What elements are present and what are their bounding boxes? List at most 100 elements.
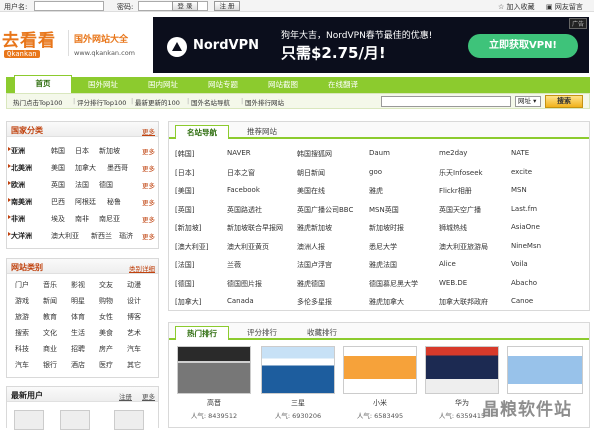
country-link[interactable]: 埃及	[51, 214, 65, 224]
category-link[interactable]: 银行	[43, 360, 57, 370]
category-link[interactable]: 购物	[99, 296, 113, 306]
tab-domestic-sites[interactable]: 国内网址	[134, 77, 192, 93]
category-link[interactable]: 医疗	[99, 360, 113, 370]
site-link[interactable]: 法国卢浮宫	[297, 260, 332, 270]
region-name[interactable]: 欧洲	[8, 180, 25, 190]
region-more-link[interactable]: 更多	[142, 163, 155, 173]
site-link[interactable]: Facebook	[227, 186, 260, 194]
category-link[interactable]: 文化	[43, 328, 57, 338]
site-name[interactable]: 三星	[261, 398, 335, 408]
site-link[interactable]: Canoe	[511, 297, 533, 305]
category-link[interactable]: 招聘	[71, 344, 85, 354]
site-link[interactable]: 雅虎	[369, 186, 383, 196]
site-link[interactable]: 英国天空广播	[439, 205, 481, 215]
country-tag[interactable]: [澳大利亚]	[175, 242, 208, 252]
category-link[interactable]: 教育	[43, 312, 57, 322]
category-link[interactable]: 美食	[99, 328, 113, 338]
site-link[interactable]: 韩国搜狐网	[297, 149, 332, 159]
country-tag[interactable]: [法国]	[175, 260, 194, 270]
site-link[interactable]: Flickr相册	[439, 186, 472, 196]
site-link[interactable]: 雅虎加拿大	[369, 297, 404, 307]
site-link[interactable]: 雅虎法国	[369, 260, 397, 270]
country-link[interactable]: 墨西哥	[107, 163, 128, 173]
country-link[interactable]: 新加坡	[99, 146, 120, 156]
site-name[interactable]: 高晋	[177, 398, 251, 408]
site-link[interactable]: 多伦多星报	[297, 297, 332, 307]
region-more-link[interactable]: 更多	[142, 180, 155, 190]
category-link[interactable]: 游戏	[15, 296, 29, 306]
region-more-link[interactable]: 更多	[142, 231, 155, 241]
country-tag[interactable]: [韩国]	[175, 149, 194, 159]
search-input[interactable]	[381, 96, 511, 107]
site-link[interactable]: Voila	[511, 260, 528, 268]
category-link[interactable]: 艺术	[127, 328, 141, 338]
site-link[interactable]: 新加坡时报	[369, 223, 404, 233]
link-latest-100[interactable]: 最新更新的100	[135, 97, 180, 107]
site-link[interactable]: goo	[369, 168, 382, 176]
site-link[interactable]: 乐天Infoseek	[439, 168, 483, 178]
country-link[interactable]: 新西兰	[91, 231, 112, 241]
tab-translate[interactable]: 在线翻译	[314, 77, 372, 93]
search-button[interactable]: 搜索	[545, 95, 583, 108]
country-link[interactable]: 阿根廷	[75, 197, 96, 207]
new-users-more-link[interactable]: 更多	[142, 391, 155, 401]
tab-topics[interactable]: 网站专题	[194, 77, 252, 93]
category-link[interactable]: 汽车	[127, 344, 141, 354]
category-link[interactable]: 生活	[71, 328, 85, 338]
country-link[interactable]: 南非	[75, 214, 89, 224]
region-more-link[interactable]: 更多	[142, 197, 155, 207]
category-link[interactable]: 酒店	[71, 360, 85, 370]
country-link[interactable]: 南尼亚	[99, 214, 120, 224]
country-link[interactable]: 英国	[51, 180, 65, 190]
site-link[interactable]: 澳大利亚黄页	[227, 242, 269, 252]
site-link[interactable]: 悉尼大学	[369, 242, 397, 252]
bookmark-link[interactable]: ☆ 加入收藏	[498, 2, 535, 12]
category-link[interactable]: 动漫	[127, 280, 141, 290]
country-tag[interactable]: [日本]	[175, 168, 194, 178]
category-link[interactable]: 设计	[127, 296, 141, 306]
site-thumbnail[interactable]	[425, 346, 499, 394]
category-link[interactable]: 商业	[43, 344, 57, 354]
site-link[interactable]: Alice	[439, 260, 456, 268]
category-link[interactable]: 汽车	[15, 360, 29, 370]
site-link[interactable]: 澳洲人报	[297, 242, 325, 252]
site-link[interactable]: NineMsn	[511, 242, 541, 250]
country-tag[interactable]: [英国]	[175, 205, 194, 215]
tab-famous-sites[interactable]: 名站导航	[175, 125, 229, 139]
site-link[interactable]: 加拿大联邦政府	[439, 297, 488, 307]
category-link[interactable]: 体育	[71, 312, 85, 322]
region-name[interactable]: 亚洲	[8, 146, 25, 156]
site-link[interactable]: 新加坡联合早报网	[227, 223, 283, 233]
avatar[interactable]	[114, 410, 144, 430]
site-link[interactable]: Abacho	[511, 279, 537, 287]
site-link[interactable]: Canada	[227, 297, 254, 305]
register-button[interactable]: 注 册	[214, 1, 240, 11]
site-link[interactable]: 澳大利亚旅游局	[439, 242, 488, 252]
tab-favorite-ranking[interactable]: 收藏排行	[295, 326, 349, 340]
category-link[interactable]: 音乐	[43, 280, 57, 290]
banner-cta-button[interactable]: 立即获取VPN!	[468, 34, 578, 58]
country-link[interactable]: 加拿大	[75, 163, 96, 173]
tab-home[interactable]: 首页	[14, 75, 72, 93]
site-link[interactable]: MSN	[511, 186, 527, 194]
region-more-link[interactable]: 更多	[142, 214, 155, 224]
site-link[interactable]: 英国广播公司BBC	[297, 205, 353, 215]
category-link[interactable]: 门户	[15, 280, 29, 290]
tab-recommended[interactable]: 推荐网站	[235, 125, 289, 139]
site-link[interactable]: 德国图片报	[227, 279, 262, 289]
category-link[interactable]: 新闻	[43, 296, 57, 306]
category-link[interactable]: 女性	[99, 312, 113, 322]
site-link[interactable]: NAVER	[227, 149, 251, 157]
site-name[interactable]: 小米	[343, 398, 417, 408]
new-users-register-link[interactable]: 注册	[119, 391, 132, 401]
country-link[interactable]: 德国	[99, 180, 113, 190]
site-thumbnail[interactable]	[507, 346, 583, 394]
category-link[interactable]: 科技	[15, 344, 29, 354]
site-link[interactable]: 雅虎新加坡	[297, 223, 332, 233]
site-link[interactable]: NATE	[511, 149, 529, 157]
country-link[interactable]: 法国	[75, 180, 89, 190]
tab-hot-ranking[interactable]: 热门排行	[175, 326, 229, 340]
site-logo[interactable]: 去看看 Qkankan 国外网站大全 www.qkankan.com	[2, 22, 142, 64]
site-link[interactable]: 德国慕尼黑大学	[369, 279, 418, 289]
category-link[interactable]: 博客	[127, 312, 141, 322]
